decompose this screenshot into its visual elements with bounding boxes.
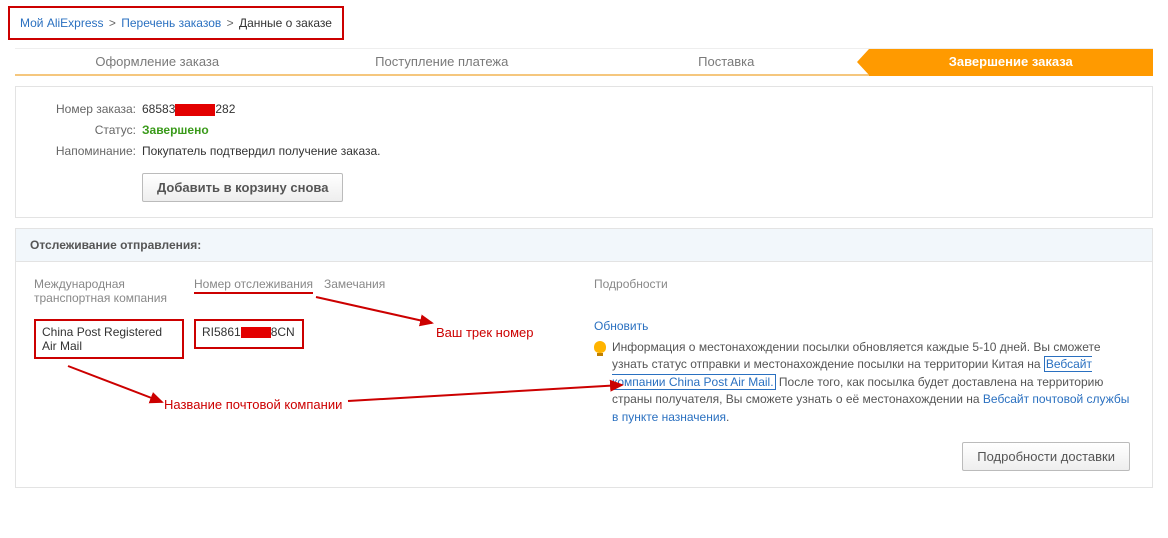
order-status-label: Статус: [34, 123, 136, 137]
breadcrumb-current: Данные о заказе [239, 16, 332, 30]
breadcrumb-sep: > [109, 16, 116, 30]
order-remind-label: Напоминание: [34, 144, 136, 158]
redacted-box [241, 327, 271, 338]
col-header-tracknum: Номер отслеживания [194, 277, 313, 294]
tracking-section-title: Отслеживание отправления: [16, 229, 1152, 262]
redacted-box [175, 104, 215, 116]
step-payment: Поступление платежа [300, 49, 585, 76]
order-number-label: Номер заказа: [34, 102, 136, 116]
step-delivery: Поставка [584, 49, 869, 76]
col-header-carrier: Международная транспортная компания [34, 277, 194, 305]
order-remind-value: Покупатель подтвердил получение заказа. [142, 144, 381, 158]
tracking-panel: Отслеживание отправления: Международная … [15, 228, 1153, 488]
breadcrumb: Мой AliExpress > Перечень заказов > Данн… [8, 6, 344, 40]
progress-steps: Оформление заказа Поступление платежа По… [15, 48, 1153, 76]
col-header-notes: Замечания [324, 277, 594, 305]
order-info-panel: Номер заказа: 68583282 Статус: Завершено… [15, 86, 1153, 218]
carrier-value: China Post Registered Air Mail [34, 319, 184, 359]
step-complete: Завершение заказа [869, 49, 1154, 76]
refresh-link[interactable]: Обновить [594, 319, 648, 333]
tracking-number-value: RI58618CN [194, 319, 304, 349]
breadcrumb-sep: > [227, 16, 234, 30]
breadcrumb-my-ali[interactable]: Мой AliExpress [20, 16, 104, 30]
add-to-cart-again-button[interactable]: Добавить в корзину снова [142, 173, 343, 202]
shipping-details-button[interactable]: Подробности доставки [962, 442, 1130, 471]
step-checkout: Оформление заказа [15, 49, 300, 76]
order-status-value: Завершено [142, 123, 209, 137]
col-header-details: Подробности [594, 277, 1134, 305]
lightbulb-icon [594, 341, 606, 353]
breadcrumb-order-list[interactable]: Перечень заказов [121, 16, 221, 30]
tracking-info-text: Информация о местонахождении посылки обн… [594, 339, 1134, 426]
order-number-value: 68583282 [142, 102, 235, 116]
